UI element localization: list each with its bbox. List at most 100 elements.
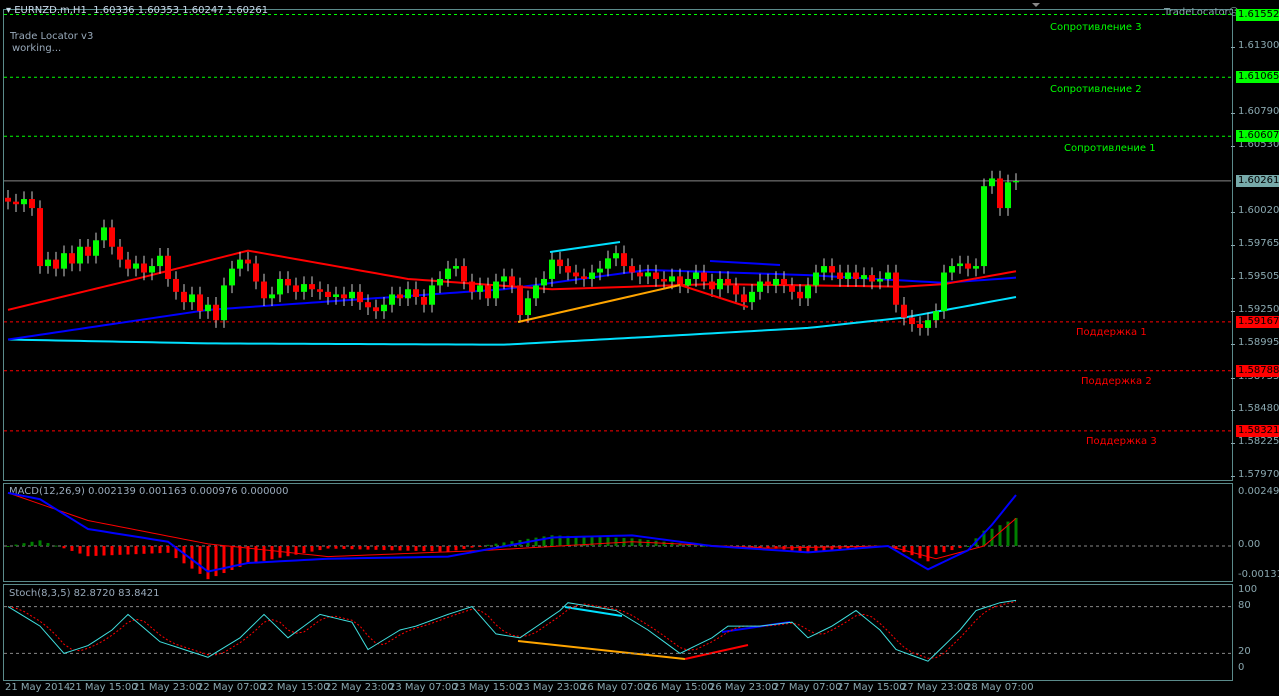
candle-body: [5, 197, 11, 202]
macd-histogram-bar: [38, 540, 42, 546]
macd-histogram-bar: [342, 546, 346, 549]
candle-body: [893, 272, 899, 305]
candle-body: [661, 278, 667, 282]
macd-histogram-bar: [806, 546, 810, 552]
macd-histogram-bar: [486, 544, 490, 546]
time-axis-label: 27 May 15:00: [837, 682, 906, 693]
time-axis-label: 22 May 07:00: [197, 682, 266, 693]
macd-histogram-bar: [998, 525, 1002, 546]
macd-histogram-bar: [1014, 517, 1018, 546]
macd-histogram-bar: [318, 546, 322, 551]
candle-body: [165, 255, 171, 279]
macd-histogram-bar: [142, 546, 146, 554]
candle-body: [717, 278, 723, 290]
macd-histogram-bar: [606, 537, 610, 546]
time-axis-label: 23 May 23:00: [517, 682, 586, 693]
macd-histogram-bar: [990, 528, 994, 546]
macd-histogram-bar: [494, 543, 498, 546]
macd-histogram-bar: [110, 546, 114, 556]
candle-body: [405, 289, 411, 299]
macd-histogram-bar: [54, 545, 58, 547]
candle-body: [365, 302, 371, 308]
candle-body: [733, 285, 739, 295]
candle-body: [301, 284, 307, 292]
candle-body: [133, 263, 139, 269]
candle-body: [885, 272, 891, 279]
candle-body: [1013, 181, 1019, 183]
candle-body: [741, 294, 747, 303]
candle-body: [677, 276, 683, 286]
macd-histogram-bar: [198, 546, 202, 574]
macd-histogram-bar: [286, 546, 290, 557]
chart-canvas[interactable]: [0, 0, 1279, 696]
candle-body: [493, 281, 499, 299]
level-label: Сопротивление 2: [1050, 84, 1142, 96]
macd-histogram-bar: [382, 546, 386, 551]
price-axis-label: 1.58995: [1238, 337, 1279, 349]
candle-body: [789, 285, 795, 292]
candle-body: [109, 227, 115, 247]
candle-body: [125, 259, 131, 269]
candle-body: [85, 246, 91, 256]
price-tick: [1231, 278, 1235, 280]
candle-body: [317, 289, 323, 292]
candle-body: [389, 294, 395, 305]
candle-body: [245, 259, 251, 264]
macd-histogram-bar: [390, 546, 394, 551]
candle-body: [533, 285, 539, 299]
macd-histogram-bar: [70, 546, 74, 551]
macd-histogram-bar: [206, 546, 210, 580]
candle-body: [901, 304, 907, 318]
level-price-badge: 1.61065: [1236, 71, 1279, 84]
candle-body: [1005, 182, 1011, 209]
macd-histogram-bar: [214, 546, 218, 577]
candle-body: [837, 272, 843, 279]
candle-body: [21, 199, 27, 205]
macd-axis-label: 0.00: [1238, 539, 1261, 550]
candle-body: [709, 281, 715, 290]
macd-histogram-bar: [126, 546, 130, 555]
candle-body: [557, 259, 563, 267]
candle-body: [957, 263, 963, 267]
macd-histogram-bar: [926, 546, 930, 562]
candle-body: [981, 186, 987, 267]
macd-histogram-bar: [94, 546, 98, 556]
shift-marker-icon: [1032, 3, 1040, 7]
stoch-main-line: [7, 599, 1017, 662]
candle-body: [381, 304, 387, 312]
candle-body: [509, 276, 515, 286]
candle-body: [45, 259, 51, 267]
price-tick: [1231, 443, 1235, 445]
macd-histogram-bar: [150, 546, 154, 554]
candle-body: [277, 278, 283, 295]
candle-body: [613, 253, 619, 259]
candle-body: [213, 304, 219, 321]
candle-body: [157, 255, 163, 267]
macd-histogram-bar: [22, 543, 26, 546]
candle-body: [437, 278, 443, 286]
candle-body: [205, 304, 211, 312]
price-tick: [1231, 146, 1235, 148]
candle-body: [325, 291, 331, 297]
candle-body: [349, 291, 355, 299]
candle-body: [149, 266, 155, 273]
price-axis-label: 1.60020: [1238, 204, 1279, 216]
macd-histogram-bar: [598, 537, 602, 546]
macd-histogram-bar: [446, 546, 450, 552]
macd-histogram-bar: [14, 544, 18, 546]
candle-body: [933, 311, 939, 321]
candle-body: [797, 291, 803, 299]
trend-line: [684, 644, 749, 660]
candle-body: [781, 278, 787, 286]
candle-body: [469, 281, 475, 292]
candle-body: [869, 275, 875, 282]
macd-histogram-bar: [958, 546, 962, 549]
price-tick: [1231, 211, 1235, 213]
macd-histogram-bar: [478, 546, 482, 547]
macd-histogram-bar: [134, 546, 138, 555]
price-axis-label: 1.59505: [1238, 271, 1279, 283]
macd-histogram-bar: [918, 546, 922, 559]
price-axis-label: 1.59765: [1238, 237, 1279, 249]
stoch-axis-label: 20: [1238, 646, 1251, 658]
price-tick: [1231, 476, 1235, 478]
